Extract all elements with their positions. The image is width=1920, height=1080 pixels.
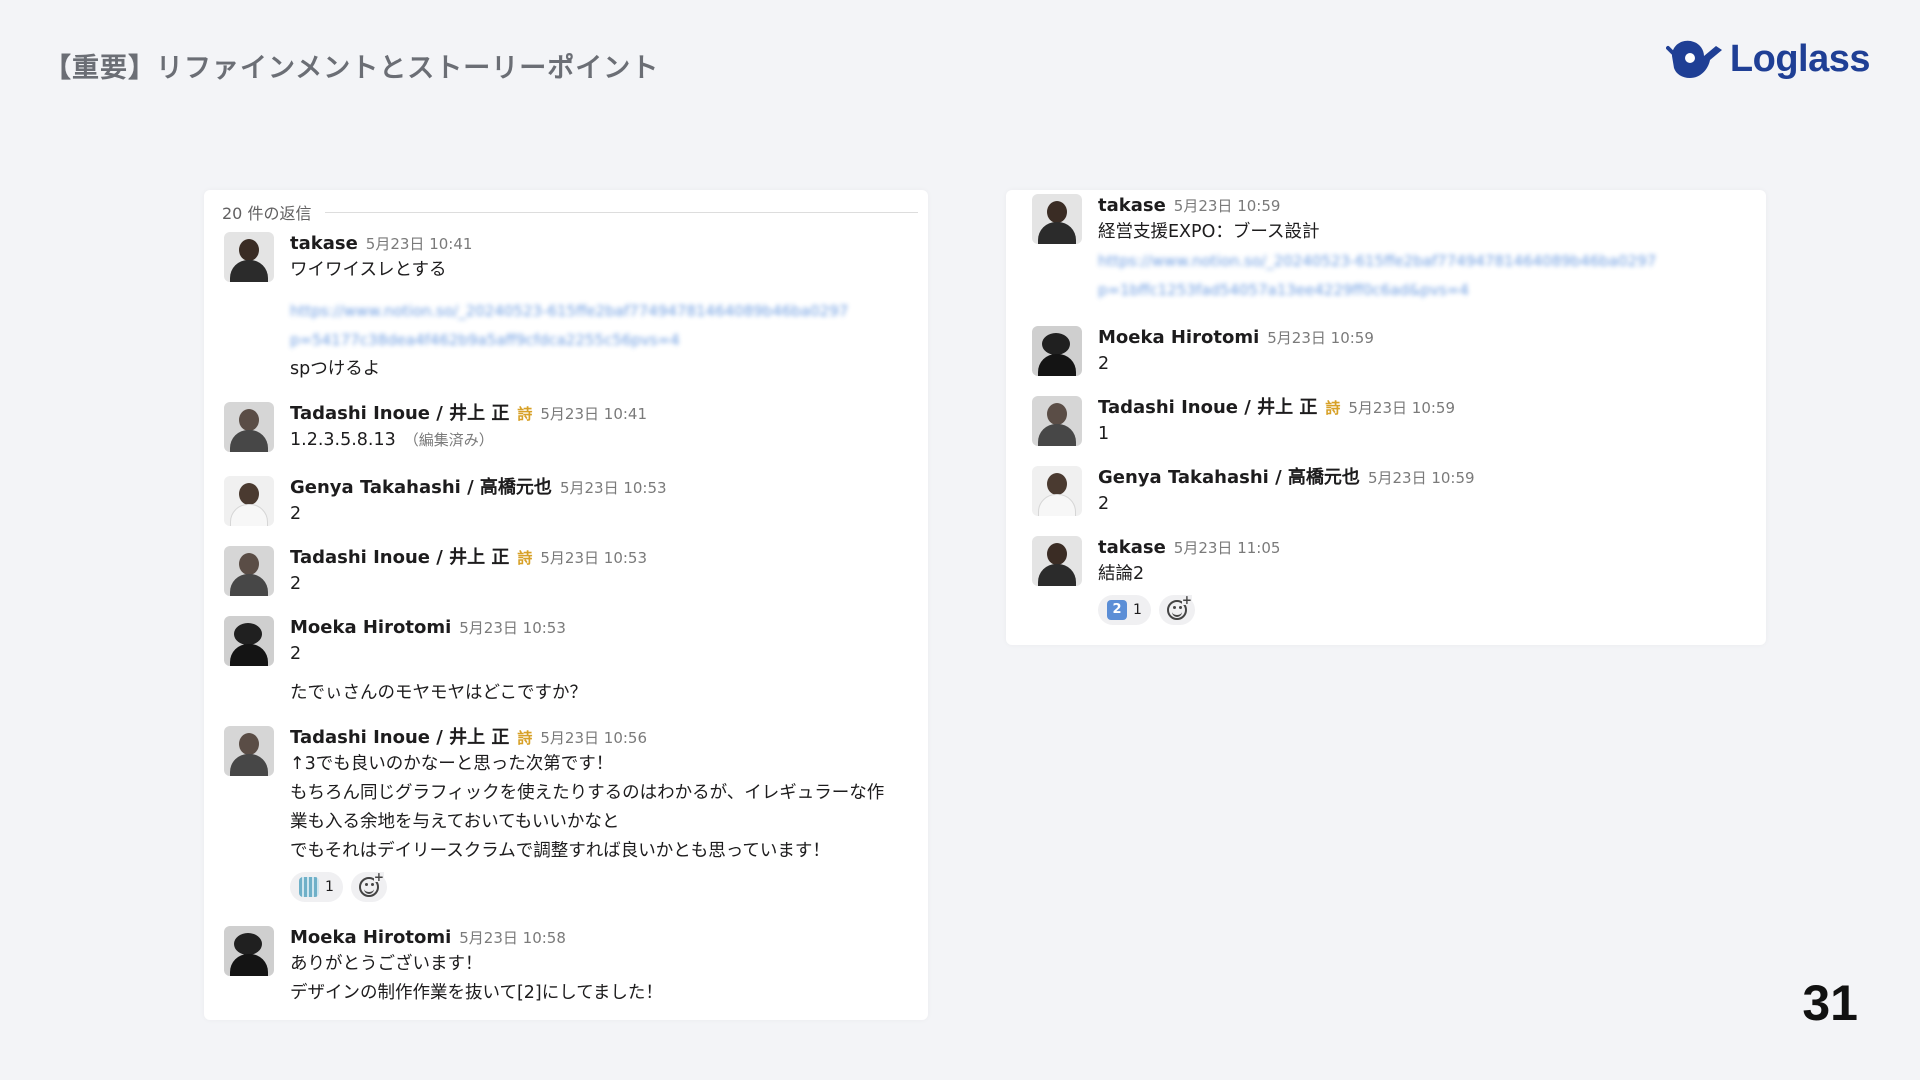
add-reaction-icon: + — [1166, 594, 1192, 620]
avatar[interactable] — [224, 726, 274, 776]
reaction-pill[interactable]: 2 1 — [1098, 595, 1151, 625]
notion-link[interactable]: p=1bffc1253fad54057a13ee4229ff0c6ad&pvs=… — [1098, 276, 1762, 305]
message-text: でもそれはデイリースクラムで調整すれば良いかとも思っています！ — [290, 841, 830, 861]
message-text: デザインの制作作業を抜いて[2]にしてました！ — [290, 983, 663, 1003]
timestamp[interactable]: 5月23日 10:59 — [1348, 396, 1455, 420]
reactions: 2 1 + — [1098, 594, 1762, 625]
avatar[interactable] — [1032, 466, 1082, 516]
timestamp[interactable]: 5月23日 10:59 — [1368, 466, 1475, 490]
reactions: 1 + — [290, 871, 924, 902]
message-text: ありがとうございます！ — [290, 954, 483, 974]
message-text: 業も入る余地を与えておいてもいいかなと — [290, 812, 620, 832]
author-name[interactable]: Tadashi Inoue / 井上 正 — [290, 546, 509, 570]
message-text: たでぃさんのモヤモヤはどこですか？ — [290, 683, 587, 703]
timestamp[interactable]: 5月23日 10:41 — [366, 232, 473, 256]
add-reaction-button[interactable]: + — [350, 871, 387, 902]
message: Genya Takahashi / 高橋元也 5月23日 10:53 2 — [224, 476, 924, 529]
notion-link[interactable]: https://www.notion.so/_20240523-615ffe2b… — [1098, 247, 1762, 276]
message: Moeka Hirotomi 5月23日 10:53 2 たでぃさんのモヤモヤは… — [224, 616, 924, 708]
notion-link[interactable]: https://www.notion.so/_20240523-615ffe2b… — [290, 297, 924, 326]
reaction-pill[interactable]: 1 — [290, 872, 343, 902]
notion-link[interactable]: p=54177c38dea4f462b9a5aff9cfdca2255c56pv… — [290, 326, 924, 355]
avatar[interactable] — [1032, 194, 1082, 244]
whale-logo-icon — [1665, 40, 1722, 78]
message-text: もちろん同じグラフィックを使えたりするのはわかるが、イレギュラーな作 — [290, 783, 885, 803]
message-text: 1.2.3.5.8.13 — [290, 430, 396, 450]
timestamp[interactable]: 5月23日 10:59 — [1174, 194, 1281, 218]
message-text: 2 — [1098, 494, 1110, 514]
message-text: 結論2 — [1098, 564, 1145, 584]
replies-count-label: 20 件の返信 — [222, 204, 312, 223]
timestamp[interactable]: 5月23日 10:58 — [459, 926, 566, 950]
message: Tadashi Inoue / 井上 正 詩 5月23日 10:41 1.2.3… — [224, 402, 924, 455]
timestamp[interactable]: 5月23日 10:53 — [560, 476, 667, 500]
avatar[interactable] — [224, 546, 274, 596]
avatar[interactable] — [1032, 326, 1082, 376]
keycap-two-icon: 2 — [1107, 600, 1127, 620]
author-name[interactable]: takase — [1098, 536, 1166, 560]
add-reaction-icon: + — [358, 871, 384, 897]
author-name[interactable]: Moeka Hirotomi — [290, 926, 451, 950]
message: Tadashi Inoue / 井上 正 詩 5月23日 10:56 ↑3でも良… — [224, 726, 924, 902]
avatar[interactable] — [224, 232, 274, 282]
logo-text: Loglass — [1729, 37, 1871, 80]
avatar[interactable] — [224, 476, 274, 526]
message-text: 経営支援EXPO：ブース設計 — [1098, 222, 1320, 242]
message-text: ↑3でも良いのかなーと思った次第です！ — [290, 754, 614, 774]
author-name[interactable]: takase — [290, 232, 358, 256]
reaction-count: 1 — [1133, 602, 1142, 618]
avatar[interactable] — [1032, 396, 1082, 446]
avatar[interactable] — [224, 402, 274, 452]
status-badge: 詩 — [517, 549, 533, 567]
avatar[interactable] — [224, 616, 274, 666]
author-name[interactable]: Tadashi Inoue / 井上 正 — [290, 726, 509, 750]
status-badge: 詩 — [517, 729, 533, 747]
message: Genya Takahashi / 高橋元也 5月23日 10:59 2 — [1032, 466, 1762, 519]
timestamp[interactable]: 5月23日 10:41 — [540, 402, 647, 426]
replies-header: 20 件の返信 — [222, 200, 918, 224]
thread-panel-right: takase 5月23日 10:59 経営支援EXPO：ブース設計 https:… — [1006, 190, 1766, 645]
author-name[interactable]: Tadashi Inoue / 井上 正 — [290, 402, 509, 426]
timestamp[interactable]: 5月23日 10:59 — [1267, 326, 1374, 350]
message-text: spつけるよ — [290, 359, 381, 379]
author-name[interactable]: Genya Takahashi / 高橋元也 — [290, 476, 552, 500]
message-text: 2 — [290, 644, 302, 664]
message-text: 2 — [290, 504, 302, 524]
reaction-count: 1 — [325, 879, 334, 895]
emoji-icon — [299, 877, 319, 897]
author-name[interactable]: Tadashi Inoue / 井上 正 — [1098, 396, 1317, 420]
message-text: ワイワイスレとする — [290, 260, 447, 280]
message-text: 1 — [1098, 424, 1110, 444]
status-badge: 詩 — [517, 405, 533, 423]
thread-panel-left: 20 件の返信 takase 5月23日 10:41 ワイワイスレとする htt… — [204, 190, 928, 1020]
divider — [325, 211, 918, 213]
author-name[interactable]: Genya Takahashi / 高橋元也 — [1098, 466, 1360, 490]
slide-title: 【重要】リファインメントとストーリーポイント — [44, 53, 660, 84]
page-number: 31 — [1802, 975, 1858, 1031]
status-badge: 詩 — [1325, 399, 1341, 417]
message: Moeka Hirotomi 5月23日 10:58 ありがとうございます！ デ… — [224, 926, 924, 1008]
author-name[interactable]: Moeka Hirotomi — [290, 616, 451, 640]
message: takase 5月23日 10:59 経営支援EXPO：ブース設計 https:… — [1032, 194, 1762, 305]
logo: Loglass — [1665, 36, 1871, 82]
author-name[interactable]: takase — [1098, 194, 1166, 218]
avatar[interactable] — [224, 926, 274, 976]
message: Moeka Hirotomi 5月23日 10:59 2 — [1032, 326, 1762, 379]
message: takase 5月23日 11:05 結論2 2 1 + — [1032, 536, 1762, 625]
timestamp[interactable]: 5月23日 10:53 — [540, 546, 647, 570]
message: Tadashi Inoue / 井上 正 詩 5月23日 10:59 1 — [1032, 396, 1762, 449]
avatar[interactable] — [1032, 536, 1082, 586]
edited-label: （編集済み） — [403, 431, 494, 449]
timestamp[interactable]: 5月23日 10:56 — [540, 726, 647, 750]
timestamp[interactable]: 5月23日 10:53 — [459, 616, 566, 640]
timestamp[interactable]: 5月23日 11:05 — [1174, 536, 1281, 560]
message: Tadashi Inoue / 井上 正 詩 5月23日 10:53 2 — [224, 546, 924, 599]
add-reaction-button[interactable]: + — [1158, 594, 1195, 625]
message-text: 2 — [1098, 354, 1110, 374]
author-name[interactable]: Moeka Hirotomi — [1098, 326, 1259, 350]
message-text: 2 — [290, 574, 302, 594]
message: takase 5月23日 10:41 ワイワイスレとする https://www… — [224, 232, 924, 384]
